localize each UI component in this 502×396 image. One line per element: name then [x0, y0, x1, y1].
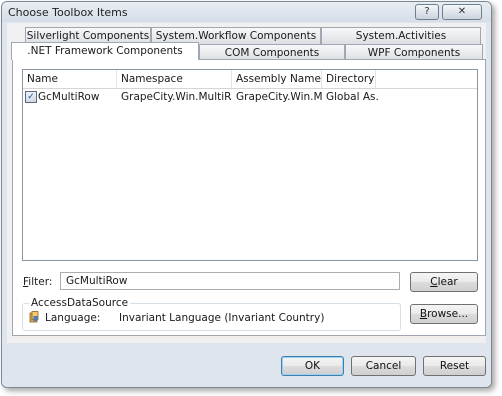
- details-group: AccessDataSource Language: Invariant Lan…: [22, 297, 401, 331]
- item-directory: Global As...: [326, 91, 378, 103]
- language-value: Invariant Language (Invariant Country): [119, 312, 325, 324]
- tab-system-activities-components[interactable]: System.Activities Components: [321, 27, 481, 59]
- item-name: GcMultiRow: [38, 91, 100, 103]
- item-assembly-name: GrapeCity.Win.Mul...: [236, 91, 322, 103]
- browse-access-key: B: [419, 308, 428, 320]
- ok-button[interactable]: OK: [281, 356, 344, 376]
- tab-com-components[interactable]: COM Components: [199, 44, 345, 60]
- cancel-button[interactable]: Cancel: [351, 356, 416, 376]
- column-header-name[interactable]: Name: [23, 70, 117, 88]
- tab-label: Silverlight Components: [26, 30, 150, 42]
- components-list[interactable]: Name Namespace Assembly Name Directory ✓…: [22, 69, 478, 261]
- tab-label: System.Workflow Components: [155, 30, 317, 42]
- item-namespace: GrapeCity.Win.MultiRow: [121, 91, 231, 103]
- column-header-namespace[interactable]: Namespace: [117, 70, 232, 88]
- clear-button[interactable]: Clear: [410, 272, 478, 292]
- browse-label: rowse...: [427, 308, 469, 320]
- tab-label: WPF Components: [367, 47, 461, 59]
- close-icon: ✕: [457, 6, 467, 17]
- title-bar: Choose Toolbox Items ? ✕: [2, 2, 491, 22]
- tab-wpf-components[interactable]: WPF Components: [345, 44, 483, 60]
- dialog-client-area: Silverlight Components System.Workflow C…: [7, 23, 486, 343]
- tab-net-framework-components[interactable]: .NET Framework Components: [11, 42, 199, 60]
- list-header: Name Namespace Assembly Name Directory: [23, 70, 477, 89]
- filter-label-text: ilter:: [28, 276, 53, 288]
- column-header-assembly-name[interactable]: Assembly Name: [232, 70, 322, 88]
- close-button[interactable]: ✕: [442, 4, 482, 20]
- item-checkbox[interactable]: ✓: [25, 91, 37, 103]
- column-header-directory[interactable]: Directory: [322, 70, 376, 88]
- list-item[interactable]: ✓ GcMultiRow GrapeCity.Win.MultiRow Grap…: [23, 89, 477, 105]
- browse-button[interactable]: Browse...: [410, 304, 478, 324]
- tab-label: .NET Framework Components: [27, 45, 183, 57]
- tab-panel: Name Namespace Assembly Name Directory ✓…: [12, 59, 486, 336]
- clear-access-key: C: [430, 276, 438, 288]
- dialog-window: Choose Toolbox Items ? ✕ Silverlight Com…: [1, 1, 492, 388]
- filter-input-value: GcMultiRow: [66, 275, 128, 287]
- filter-input[interactable]: GcMultiRow: [60, 272, 400, 290]
- details-group-title: AccessDataSource: [29, 297, 131, 309]
- help-button[interactable]: ?: [415, 4, 439, 20]
- clear-label: lear: [437, 276, 458, 288]
- window-title: Choose Toolbox Items: [8, 6, 128, 19]
- help-icon: ?: [424, 6, 430, 17]
- button-bar: OK Cancel Reset: [2, 343, 491, 387]
- assembly-icon: [29, 311, 39, 323]
- filter-label: Filter:: [23, 276, 52, 288]
- reset-button[interactable]: Reset: [423, 356, 486, 376]
- tab-label: COM Components: [224, 47, 320, 59]
- language-label: Language:: [45, 312, 101, 324]
